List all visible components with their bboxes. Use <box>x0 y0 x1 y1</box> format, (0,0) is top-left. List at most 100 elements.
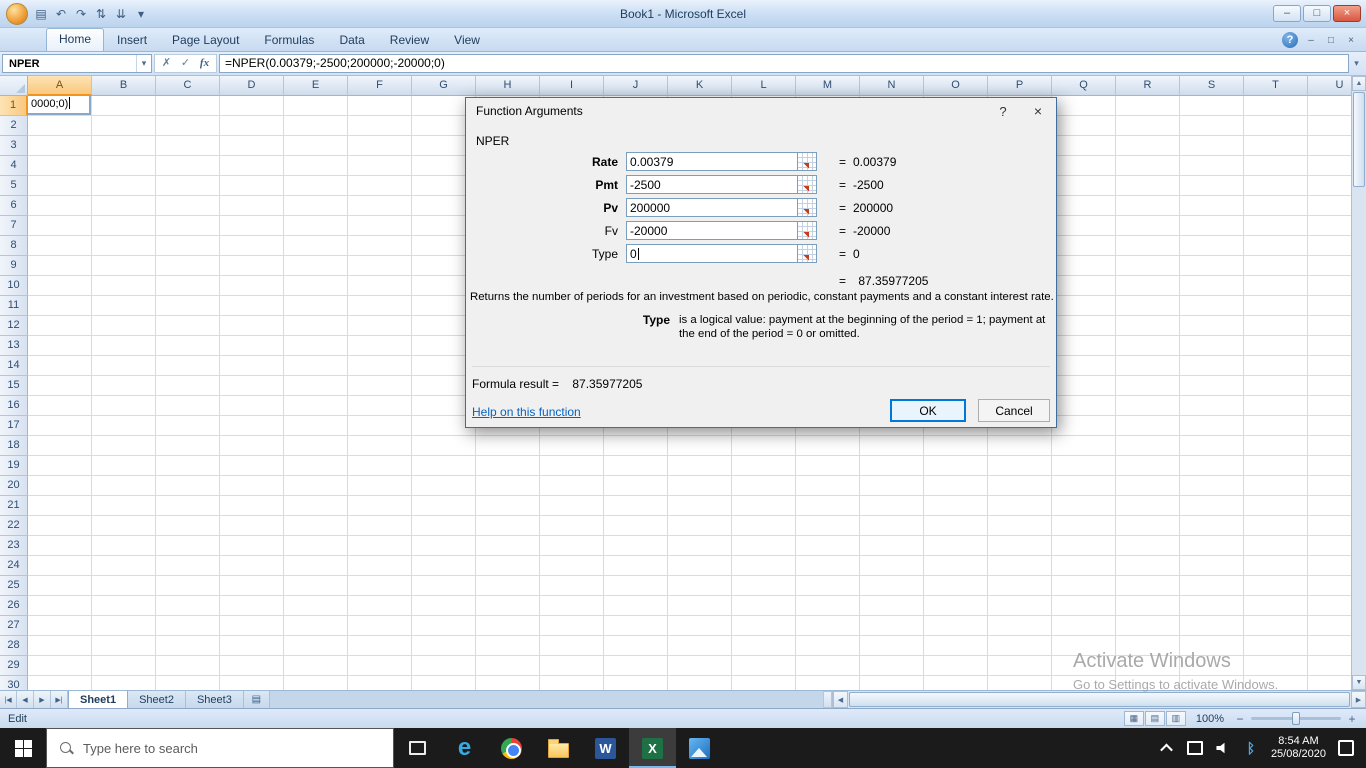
next-sheet-button[interactable]: ▶ <box>34 691 51 708</box>
page-layout-view-button[interactable]: ▤ <box>1144 711 1165 726</box>
sheet-tab-sheet3[interactable]: Sheet3 <box>185 691 244 708</box>
row-header-6[interactable]: 6 <box>0 196 28 216</box>
row-header-10[interactable]: 10 <box>0 276 28 296</box>
taskbar-clock[interactable]: 8:54 AM 25/08/2020 <box>1271 735 1326 761</box>
undo-icon[interactable]: ↶ <box>52 7 70 21</box>
help-icon[interactable]: ? <box>1282 32 1298 48</box>
row-header-27[interactable]: 27 <box>0 616 28 636</box>
row-header-4[interactable]: 4 <box>0 156 28 176</box>
column-header-b[interactable]: B <box>92 76 156 96</box>
workbook-minimize-icon[interactable]: – <box>1304 35 1318 46</box>
argument-input-pv[interactable]: 200000 <box>626 198 798 217</box>
column-header-s[interactable]: S <box>1180 76 1244 96</box>
volume-icon[interactable] <box>1215 740 1231 756</box>
column-header-f[interactable]: F <box>348 76 412 96</box>
row-header-3[interactable]: 3 <box>0 136 28 156</box>
tab-split-handle[interactable] <box>823 691 832 708</box>
enter-button[interactable]: ✓ <box>176 55 195 72</box>
excel-icon[interactable]: X <box>629 728 676 768</box>
dialog-close-icon[interactable]: × <box>1020 103 1056 119</box>
column-header-n[interactable]: N <box>860 76 924 96</box>
horizontal-scrollbar[interactable]: ◀ ▶ <box>832 691 1366 708</box>
scroll-down-icon[interactable]: ▼ <box>1352 675 1366 690</box>
name-box-dropdown-icon[interactable]: ▾ <box>136 55 151 72</box>
row-header-19[interactable]: 19 <box>0 456 28 476</box>
photos-icon[interactable] <box>676 728 723 768</box>
row-header-8[interactable]: 8 <box>0 236 28 256</box>
column-header-t[interactable]: T <box>1244 76 1308 96</box>
row-header-13[interactable]: 13 <box>0 336 28 356</box>
formula-bar-expand-icon[interactable]: ▾ <box>1349 58 1364 69</box>
zoom-slider-thumb[interactable] <box>1292 712 1300 725</box>
chrome-icon[interactable] <box>488 728 535 768</box>
row-header-28[interactable]: 28 <box>0 636 28 656</box>
vertical-scroll-thumb[interactable] <box>1353 92 1365 187</box>
file-explorer-icon[interactable] <box>535 728 582 768</box>
customize-quick-access-icon[interactable]: ▾ <box>132 7 150 21</box>
row-header-15[interactable]: 15 <box>0 376 28 396</box>
cancel-button[interactable]: Cancel <box>978 399 1050 422</box>
formula-input[interactable]: =NPER(0.00379;-2500;200000;-20000;0) <box>219 54 1349 73</box>
column-header-g[interactable]: G <box>412 76 476 96</box>
taskbar-search-input[interactable]: Type here to search <box>46 728 394 768</box>
column-header-e[interactable]: E <box>284 76 348 96</box>
minimize-button[interactable]: – <box>1273 5 1301 22</box>
horizontal-scroll-thumb[interactable] <box>849 692 1350 707</box>
column-header-o[interactable]: O <box>924 76 988 96</box>
active-cell-a1[interactable]: 0000;0) <box>28 96 91 115</box>
row-header-20[interactable]: 20 <box>0 476 28 496</box>
ribbon-tab-data[interactable]: Data <box>327 30 376 51</box>
row-header-9[interactable]: 9 <box>0 256 28 276</box>
zoom-level[interactable]: 100% <box>1191 713 1229 725</box>
column-header-j[interactable]: J <box>604 76 668 96</box>
ribbon-tab-home[interactable]: Home <box>46 28 105 51</box>
zoom-slider[interactable] <box>1251 712 1341 725</box>
row-header-25[interactable]: 25 <box>0 576 28 596</box>
ok-button[interactable]: OK <box>890 399 966 422</box>
argument-input-type[interactable]: 0 <box>626 244 798 263</box>
cancel-button[interactable]: ✗ <box>157 55 176 72</box>
dialog-help-icon[interactable]: ? <box>986 104 1020 119</box>
ribbon-tab-review[interactable]: Review <box>378 30 441 51</box>
sheet-tab-sheet1[interactable]: Sheet1 <box>68 691 129 708</box>
range-selector-button-rate[interactable] <box>798 152 817 171</box>
column-header-d[interactable]: D <box>220 76 284 96</box>
range-selector-button-type[interactable] <box>798 244 817 263</box>
column-header-c[interactable]: C <box>156 76 220 96</box>
column-header-m[interactable]: M <box>796 76 860 96</box>
normal-view-button[interactable]: ▦ <box>1123 711 1144 726</box>
action-center-icon[interactable] <box>1338 740 1354 756</box>
workbook-close-icon[interactable]: × <box>1344 35 1358 46</box>
redo-icon[interactable]: ↷ <box>72 7 90 21</box>
ribbon-tab-formulas[interactable]: Formulas <box>252 30 326 51</box>
display-icon[interactable] <box>1187 740 1203 756</box>
row-header-11[interactable]: 11 <box>0 296 28 316</box>
row-header-29[interactable]: 29 <box>0 656 28 676</box>
page-break-preview-button[interactable]: ▥ <box>1165 711 1186 726</box>
insert-worksheet-button[interactable]: ▤ <box>243 691 270 708</box>
office-button[interactable] <box>6 2 28 25</box>
workbook-restore-icon[interactable]: □ <box>1324 35 1338 46</box>
argument-input-fv[interactable]: -20000 <box>626 221 798 240</box>
zoom-in-button[interactable]: + <box>1346 712 1358 726</box>
row-header-18[interactable]: 18 <box>0 436 28 456</box>
column-header-u[interactable]: U <box>1308 76 1351 96</box>
row-header-21[interactable]: 21 <box>0 496 28 516</box>
sheet-tab-sheet2[interactable]: Sheet2 <box>128 691 186 708</box>
sort-descending-icon[interactable]: ⇊ <box>112 7 130 21</box>
previous-sheet-button[interactable]: ◀ <box>17 691 34 708</box>
range-selector-button-fv[interactable] <box>798 221 817 240</box>
row-header-22[interactable]: 22 <box>0 516 28 536</box>
column-header-q[interactable]: Q <box>1052 76 1116 96</box>
edge-icon[interactable]: e <box>441 728 488 768</box>
row-header-1[interactable]: 1 <box>0 96 28 116</box>
column-header-i[interactable]: I <box>540 76 604 96</box>
save-icon[interactable]: ▤ <box>32 7 50 21</box>
ribbon-tab-view[interactable]: View <box>442 30 492 51</box>
row-header-2[interactable]: 2 <box>0 116 28 136</box>
ribbon-tab-insert[interactable]: Insert <box>105 30 159 51</box>
ribbon-tab-page-layout[interactable]: Page Layout <box>160 30 251 51</box>
zoom-out-button[interactable]: − <box>1234 712 1246 726</box>
scroll-right-icon[interactable]: ▶ <box>1351 691 1366 708</box>
row-header-14[interactable]: 14 <box>0 356 28 376</box>
